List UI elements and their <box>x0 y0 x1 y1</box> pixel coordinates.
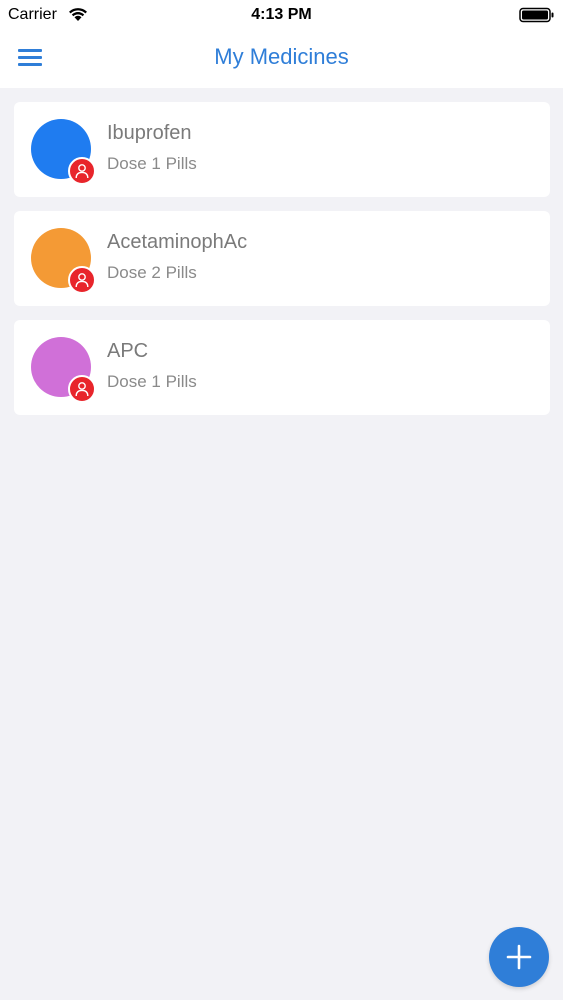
battery-icon <box>519 7 554 23</box>
user-icon <box>68 157 96 185</box>
user-icon <box>68 375 96 403</box>
medicine-dose: Dose 1 Pills <box>107 372 197 391</box>
status-bar: Carrier 4:13 PM <box>0 0 563 30</box>
clock: 4:13 PM <box>251 6 312 23</box>
medicine-name: AcetaminophAc <box>107 231 248 253</box>
medicine-card[interactable]: APC Dose 1 Pills <box>14 320 550 415</box>
medicine-dose: Dose 1 Pills <box>107 154 197 173</box>
add-medicine-button[interactable] <box>489 927 549 987</box>
page-title: My Medicines <box>214 44 349 69</box>
user-icon <box>68 266 96 294</box>
nav-bar: My Medicines <box>0 30 563 88</box>
medicine-name: Ibuprofen <box>107 122 192 144</box>
medicine-card[interactable]: Ibuprofen Dose 1 Pills <box>14 102 550 197</box>
plus-icon <box>506 944 532 970</box>
medicine-list: Ibuprofen Dose 1 Pills AcetaminophAc Dos… <box>14 102 550 429</box>
medicine-card[interactable]: AcetaminophAc Dose 2 Pills <box>14 211 550 306</box>
medicine-name: APC <box>107 340 149 362</box>
medicine-dose: Dose 2 Pills <box>107 263 197 282</box>
